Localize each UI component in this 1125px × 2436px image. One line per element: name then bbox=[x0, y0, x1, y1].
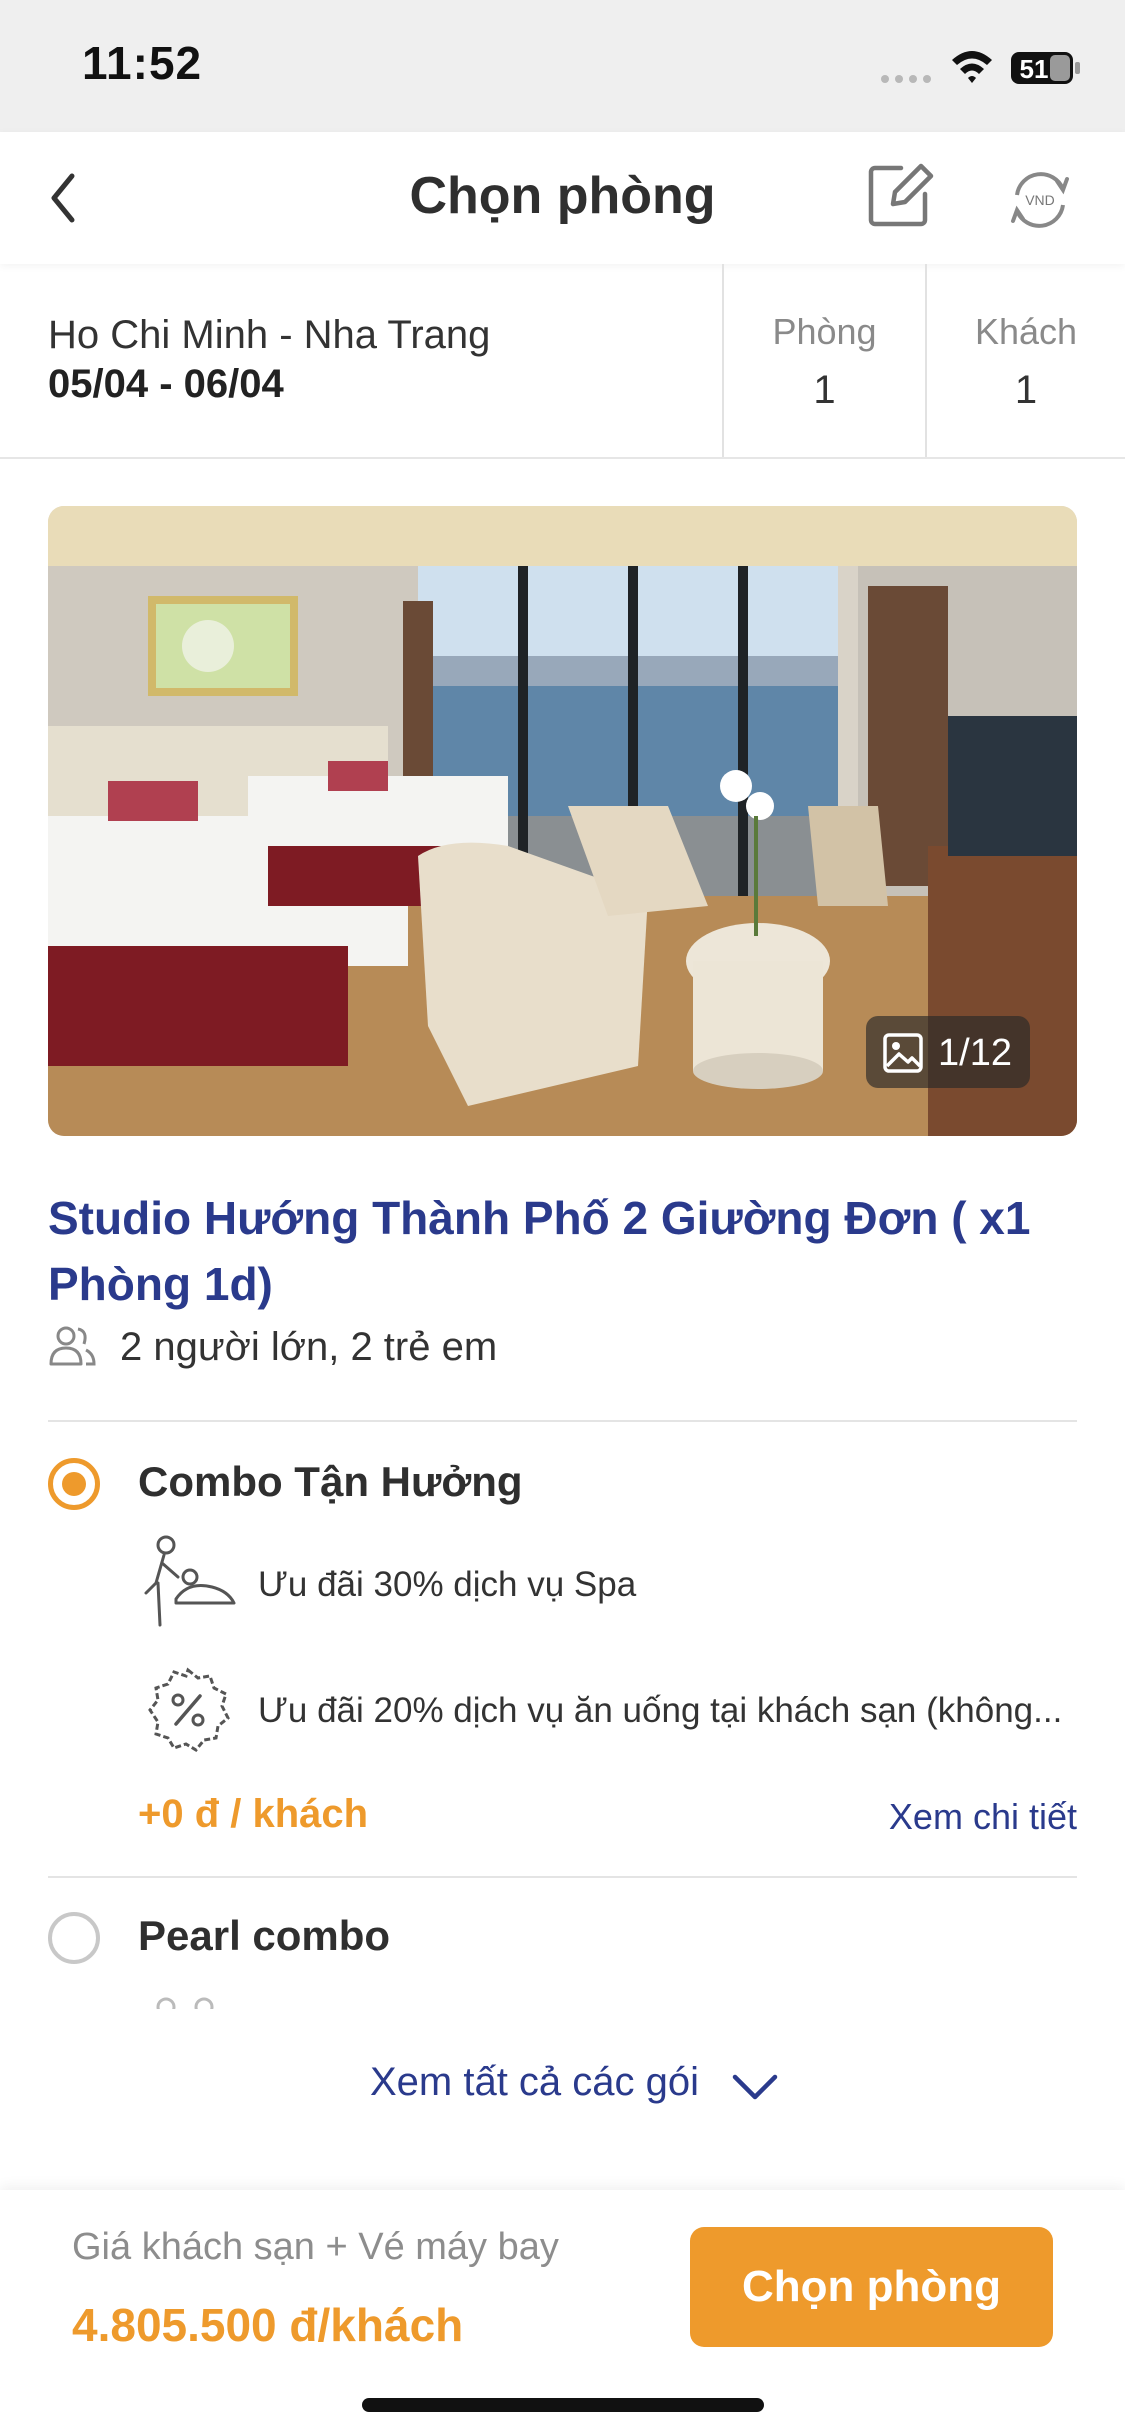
select-room-button[interactable]: Chọn phòng bbox=[690, 2227, 1053, 2347]
perk-text: Ưu đãi 30% dịch vụ Spa bbox=[258, 1565, 637, 1604]
status-time: 11:52 bbox=[82, 37, 203, 89]
room-occupancy: 2 người lớn, 2 trẻ em bbox=[120, 1325, 498, 1369]
total-price: 4.805.500 đ/khách bbox=[72, 2299, 464, 2351]
currency-switch-button[interactable]: VND bbox=[1005, 165, 1075, 235]
see-all-packages-button[interactable]: Xem tất cả các gói bbox=[0, 2060, 1125, 2105]
page-title: Chọn phòng bbox=[409, 167, 716, 225]
divider bbox=[48, 1420, 1077, 1422]
perk-icon-partial bbox=[138, 1995, 238, 2009]
package-radio-selected[interactable] bbox=[48, 1458, 100, 1510]
see-all-label: Xem tất cả các gói bbox=[369, 2060, 700, 2104]
cellular-signal-icon bbox=[881, 75, 931, 83]
battery-level: 51 bbox=[1020, 54, 1049, 84]
package-radio[interactable] bbox=[48, 1912, 100, 1964]
view-details-link[interactable]: Xem chi tiết bbox=[820, 1796, 1077, 1838]
people-icon bbox=[49, 1326, 96, 1366]
rooms-value: 1 bbox=[813, 368, 836, 412]
home-indicator[interactable] bbox=[362, 2398, 764, 2412]
photo-count: 1/12 bbox=[938, 1032, 1012, 1074]
trip-route: Ho Chi Minh - Nha Trang bbox=[48, 313, 491, 357]
package-name[interactable]: Pearl combo bbox=[138, 1912, 390, 1960]
image-icon bbox=[883, 1033, 923, 1073]
spa-massage-icon bbox=[144, 1535, 236, 1627]
currency-label: VND bbox=[1025, 192, 1055, 208]
package-price: +0 đ / khách bbox=[138, 1792, 369, 1836]
wifi-icon bbox=[952, 51, 992, 83]
perk-text: Ưu đãi 20% dịch vụ ăn uống tại khách sạn… bbox=[258, 1691, 1063, 1730]
rooms-label: Phòng bbox=[772, 311, 877, 352]
battery-icon: 51 bbox=[1011, 52, 1080, 84]
photo-counter: 1/12 bbox=[866, 1016, 1030, 1088]
guests-label: Khách bbox=[974, 311, 1078, 352]
chevron-down-icon bbox=[732, 2074, 778, 2100]
divider bbox=[48, 1876, 1077, 1878]
room-title: Studio Hướng Thành Phố 2 Giường Đơn ( x1… bbox=[48, 1192, 1031, 1310]
package-name[interactable]: Combo Tận Hưởng bbox=[138, 1458, 523, 1506]
discount-badge-icon bbox=[148, 1667, 230, 1752]
edit-search-button[interactable] bbox=[865, 160, 935, 230]
trip-dates: 05/04 - 06/04 bbox=[48, 362, 284, 406]
divider bbox=[722, 264, 724, 457]
price-label: Giá khách sạn + Vé máy bay bbox=[72, 2226, 559, 2268]
guests-value: 1 bbox=[1014, 368, 1038, 412]
divider bbox=[925, 264, 927, 457]
